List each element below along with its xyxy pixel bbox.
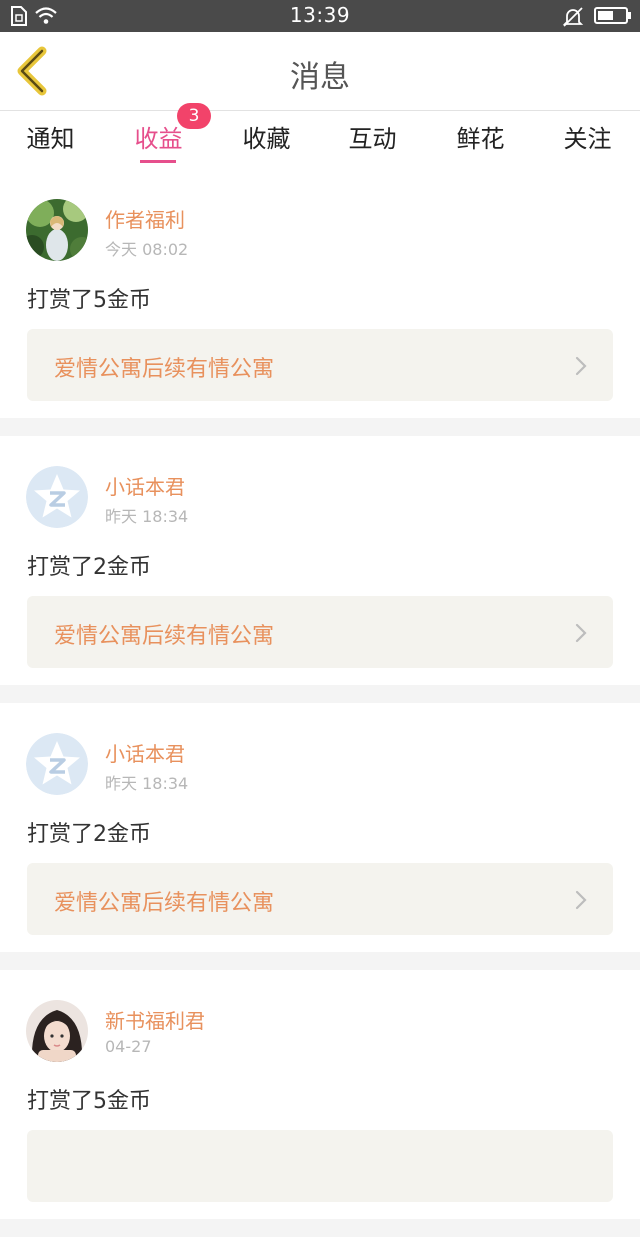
message-text: 打赏了5金币	[27, 1089, 151, 1114]
sender-name[interactable]: 作者福利	[105, 204, 185, 233]
message-time: 今天 08:02	[105, 240, 189, 259]
tab-interactions[interactable]: 互动	[319, 111, 426, 169]
battery-icon	[594, 7, 631, 24]
tab-label: 互动	[348, 125, 397, 153]
message-card: 小话本君 昨天 18:34 打赏了2金币 爱情公寓后续有情公寓	[0, 703, 640, 952]
sender-name[interactable]: 新书福利君	[105, 1005, 205, 1034]
tab-earnings[interactable]: 收益 3	[105, 103, 212, 169]
message-time: 04-27	[105, 1037, 152, 1056]
unread-badge: 3	[177, 103, 211, 129]
page-title: 消息	[290, 60, 350, 95]
message-text: 打赏了2金币	[27, 555, 151, 580]
message-card: 作者福利 今天 08:02 打赏了5金币 爱情公寓后续有情公寓	[0, 169, 640, 418]
girl-portrait-avatar[interactable]	[26, 1000, 88, 1062]
tab-label: 收益	[134, 125, 183, 153]
qq-star-avatar[interactable]	[26, 733, 88, 795]
tab-label: 鲜花	[456, 125, 505, 153]
message-time: 昨天 18:34	[105, 774, 189, 793]
status-bar: 13:39	[0, 0, 640, 32]
book-title: 爱情公寓后续有情公寓	[54, 891, 275, 916]
message-text: 打赏了5金币	[27, 288, 151, 313]
chevron-right-icon	[575, 623, 587, 643]
tab-label: 收藏	[242, 125, 291, 153]
message-list: 作者福利 今天 08:02 打赏了5金币 爱情公寓后续有情公寓 小话本君 昨天 …	[0, 169, 640, 1237]
tab-label: 关注	[563, 125, 612, 153]
book-link[interactable]: 爱情公寓后续有情公寓	[27, 863, 613, 935]
tab-notifications[interactable]: 通知	[0, 111, 104, 169]
qq-star-avatar[interactable]	[26, 466, 88, 528]
book-link[interactable]	[27, 1130, 613, 1202]
tab-flowers[interactable]: 鲜花	[427, 111, 534, 169]
tab-favorites[interactable]: 收藏	[213, 111, 320, 169]
message-card: 小话本君 昨天 18:34 打赏了2金币 爱情公寓后续有情公寓	[0, 436, 640, 685]
forest-girl-avatar[interactable]	[26, 199, 88, 261]
message-text: 打赏了2金币	[27, 822, 151, 847]
book-link[interactable]: 爱情公寓后续有情公寓	[27, 329, 613, 401]
chevron-right-icon	[575, 356, 587, 376]
nav-bar: 消息	[0, 32, 640, 111]
tab-label: 通知	[26, 125, 75, 153]
sender-name[interactable]: 小话本君	[105, 471, 185, 500]
active-tab-indicator	[140, 160, 176, 163]
message-card: 新书福利君 04-27 打赏了5金币	[0, 970, 640, 1219]
book-link[interactable]: 爱情公寓后续有情公寓	[27, 596, 613, 668]
tab-following[interactable]: 关注	[534, 111, 640, 169]
chevron-right-icon	[575, 890, 587, 910]
book-title: 爱情公寓后续有情公寓	[54, 624, 275, 649]
status-time: 13:39	[289, 3, 351, 27]
message-time: 昨天 18:34	[105, 507, 189, 526]
tab-bar: 通知 收益 3 收藏 互动 鲜花 关注	[0, 103, 640, 169]
sender-name[interactable]: 小话本君	[105, 738, 185, 767]
book-title: 爱情公寓后续有情公寓	[54, 357, 275, 382]
mute-icon	[562, 7, 584, 27]
